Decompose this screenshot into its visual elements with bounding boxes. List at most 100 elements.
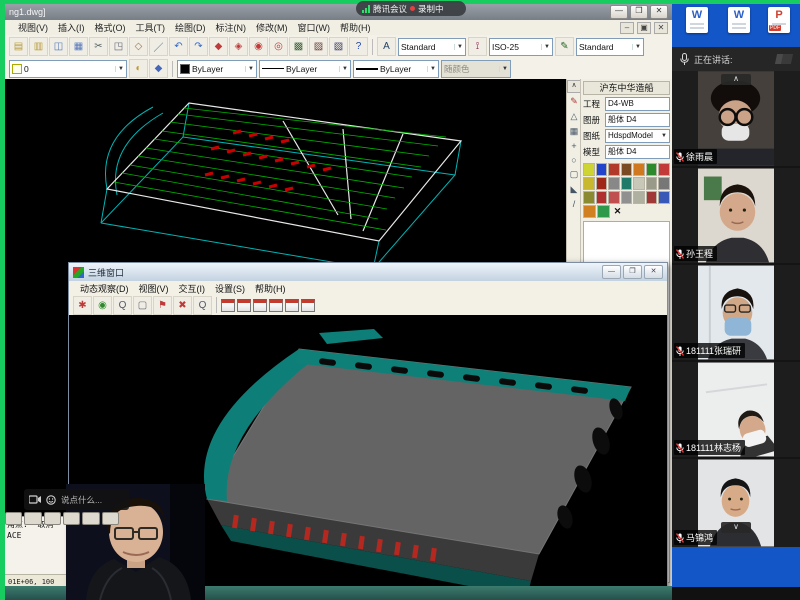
side-tool-icon[interactable]: ▢ [570,169,579,180]
side-tool-icon[interactable]: / [573,199,576,209]
palette-icon[interactable] [608,191,620,204]
side-tool-icon[interactable]: ▦ [570,126,579,137]
palette-icon[interactable] [646,163,658,176]
menu-item[interactable]: 窗口(W) [293,20,336,35]
toolbar-icon[interactable]: ? [349,37,368,56]
quick-reply-chip[interactable] [102,512,119,525]
doc-close-button[interactable]: ✕ [654,22,668,34]
participant-tile[interactable]: ∧ 徐雨晨 [672,71,800,166]
viewer3d-titlebar[interactable]: 三维窗口 — ❒ ✕ [69,263,667,282]
participant-tile[interactable]: 孙王程 [672,168,800,263]
side-tool-icon[interactable]: ○ [571,155,576,165]
pdf-file-icon[interactable]: P PDF [768,7,790,33]
minimize-button[interactable]: — [602,265,621,279]
layer-combo[interactable]: 0▼ [9,60,127,78]
toolbar-icon[interactable]: ◆ [209,37,228,56]
word-file-icon[interactable]: W [728,7,750,33]
view-cube-icon[interactable] [237,299,251,312]
view-cube-icon[interactable] [253,299,267,312]
toolbar-icon[interactable]: ↷ [189,37,208,56]
palette-icon[interactable] [596,177,608,190]
doc-minimize-button[interactable]: – [620,22,634,34]
palette-icon[interactable] [608,177,620,190]
view-cube-icon[interactable] [285,299,299,312]
palette-icon[interactable] [583,177,595,190]
toolbar-icon[interactable]: ✱ [73,296,92,315]
model-field[interactable]: 船体 D4 [605,145,670,159]
quick-reply-chip[interactable] [24,512,41,525]
toolbar-icon[interactable]: ／ [149,37,168,56]
palette-icon[interactable] [646,177,658,190]
palette-icon[interactable] [583,163,595,176]
toolbar-icon[interactable]: ▥ [29,37,48,56]
toolbar-icon[interactable]: ✂ [89,37,108,56]
toolbar-icon[interactable]: ⚑ [153,296,172,315]
menu-item[interactable]: 工具(T) [131,20,171,35]
palette-icon[interactable] [583,191,595,204]
menu-item[interactable]: 格式(O) [90,20,131,35]
toolbar-icon[interactable]: ▩ [289,37,308,56]
side-tool-icon[interactable]: △ [571,111,578,122]
palette-icon[interactable] [621,163,633,176]
doc-restore-button[interactable]: ▣ [637,22,651,34]
meeting-share-banner[interactable]: 腾讯会议 录制中 [356,1,466,16]
minimize-button[interactable]: — [610,5,628,19]
palette-icon[interactable] [621,177,633,190]
menu-item[interactable]: 交互(I) [174,281,211,296]
palette-icon[interactable] [658,191,670,204]
atlas-field[interactable]: 船体 D4 [605,113,670,127]
toolbar-icon[interactable]: ▧ [329,37,348,56]
participant-tile[interactable]: 181111林志杨 [672,362,800,457]
side-tool-icon[interactable]: + [571,141,576,151]
toolbar-icon[interactable]: ◫ [49,37,68,56]
quick-reply-chip[interactable] [44,512,61,525]
word-file-icon[interactable]: W [686,7,708,33]
palette-icon[interactable]: ✕ [611,205,624,218]
color-combo[interactable]: ByLayer▼ [177,60,257,78]
toolbar-icon[interactable]: ◎ [269,37,288,56]
quick-reply-chip[interactable] [5,512,22,525]
toolbar-icon[interactable]: ↶ [169,37,188,56]
quick-reply-chip[interactable] [63,512,80,525]
collapse-up-button[interactable]: ∧ [721,74,751,85]
menu-item[interactable]: 绘图(D) [170,20,211,35]
cad-titlebar[interactable]: ng1.dwg] — ❒ ✕ [5,4,672,20]
close-button[interactable]: ✕ [650,5,668,19]
maximize-button[interactable]: ❒ [623,265,642,279]
lineweight-combo[interactable]: ByLayer▼ [353,60,439,78]
palette-icon[interactable] [633,163,645,176]
collapse-down-button[interactable]: ∨ [721,522,751,533]
drawing-combo[interactable]: HdspdModel▼ [605,129,670,143]
palette-icon[interactable] [633,191,645,204]
toolbar-icon[interactable]: ◆ [149,59,168,78]
menu-item[interactable]: 修改(M) [251,20,293,35]
toolbar-icon[interactable]: ✖ [173,296,192,315]
palette-icon[interactable] [646,191,658,204]
maximize-button[interactable]: ❒ [630,5,648,19]
toolbar-icon[interactable]: ◈ [229,37,248,56]
menu-item[interactable]: 标注(N) [211,20,252,35]
toolbar-icon[interactable]: ◉ [93,296,112,315]
toolbar-icon[interactable]: ▢ [133,296,152,315]
dim-style-combo[interactable]: ISO-25▼ [489,38,553,56]
toolbar-icon[interactable]: Q [193,296,212,315]
palette-icon[interactable] [583,205,596,218]
text-style-combo[interactable]: Standard▼ [398,38,466,56]
view-cube-icon[interactable] [301,299,315,312]
toolbar-icon[interactable]: ◐ [129,59,148,78]
table-style-combo[interactable]: Standard▼ [576,38,644,56]
palette-icon[interactable] [621,191,633,204]
scroll-up-icon[interactable]: ∧ [567,80,581,93]
menu-item[interactable]: 动态观察(D) [75,281,134,296]
close-button[interactable]: ✕ [644,265,663,279]
toolbar-icon[interactable]: Q [113,296,132,315]
toolbar-icon[interactable]: ▤ [9,37,28,56]
menu-item[interactable]: 帮助(H) [335,20,376,35]
menu-item[interactable]: 设置(S) [210,281,250,296]
participant-tile[interactable]: 181111张瑞研 [672,265,800,360]
toolbar-icon[interactable]: ▦ [69,37,88,56]
menu-item[interactable]: 视图(V) [134,281,174,296]
linetype-combo[interactable]: ByLayer▼ [259,60,351,78]
participant-tile[interactable]: ∨ 马锦鸿 [672,459,800,547]
chat-placeholder[interactable]: 说点什么... [61,494,102,506]
